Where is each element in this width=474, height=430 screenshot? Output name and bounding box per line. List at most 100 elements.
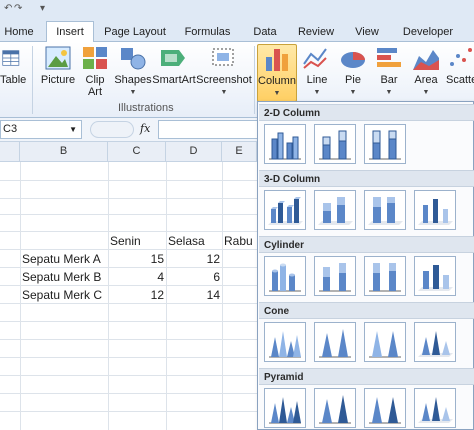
3d-clustered-column-thumbnail[interactable] (264, 190, 306, 230)
bar-chart-button[interactable]: Bar ▼ (372, 44, 406, 99)
tab-view[interactable]: View (348, 23, 386, 42)
pie-chart-button[interactable]: Pie ▼ (336, 44, 370, 99)
column-chart-icon (266, 49, 288, 71)
tab-insert[interactable]: Insert (46, 21, 94, 43)
line-chart-button[interactable]: Line ▼ (300, 44, 334, 99)
stacked-cylinder-icon (319, 263, 351, 292)
insert-function-icon[interactable]: fx (140, 122, 150, 135)
scatter-chart-icon (450, 48, 472, 66)
shapes-dropdown-icon: ▼ (129, 89, 137, 96)
screenshot-icon (212, 48, 234, 66)
clustered-cone-thumbnail[interactable] (264, 322, 306, 362)
percent-stacked-cylinder-icon (369, 263, 401, 292)
picture-button[interactable]: Picture (38, 44, 78, 86)
percent-stacked-cylinder-thumbnail[interactable] (364, 256, 406, 296)
table-label: Table (0, 74, 27, 86)
table-icon (2, 50, 20, 66)
bar-chart-icon (377, 48, 401, 67)
area-chart-button[interactable]: Area ▼ (408, 44, 444, 99)
pie-chart-icon (341, 52, 365, 68)
clustered-column-icon (269, 132, 301, 160)
undo-icon[interactable]: ↶ (4, 2, 12, 16)
customize-qat-icon[interactable]: ▾ (40, 2, 45, 16)
clip-art-button[interactable]: Clip Art (80, 44, 110, 98)
cell-row-label[interactable]: Sepatu Merk B (22, 268, 101, 286)
column-header-d[interactable]: D (166, 142, 222, 162)
select-all-corner[interactable] (0, 142, 20, 162)
column-header-b[interactable]: B (20, 142, 108, 162)
chevron-down-icon[interactable]: ▼ (69, 121, 77, 138)
table-button[interactable]: Table (0, 44, 26, 86)
column-header-e[interactable]: E (222, 142, 257, 162)
3d-stacked-column-thumbnail[interactable] (314, 190, 356, 230)
screenshot-button[interactable]: Screenshot ▼ (196, 44, 252, 99)
shapes-icon (121, 48, 146, 70)
cell-d-header[interactable]: Selasa (168, 232, 205, 250)
tab-developer[interactable]: Developer (398, 23, 458, 42)
3d-cone-thumbnail[interactable] (414, 322, 456, 362)
3d-clustered-column-icon (268, 197, 303, 225)
stacked-cone-thumbnail[interactable] (314, 322, 356, 362)
3d-cylinder-thumbnail[interactable] (414, 256, 456, 296)
scatter-label: Scatte (446, 74, 474, 86)
column-header-c[interactable]: C (108, 142, 166, 162)
name-box-value: C3 (3, 123, 18, 135)
cell-value[interactable]: 12 (166, 250, 220, 268)
stacked-cone-icon (319, 329, 351, 358)
cell-value[interactable]: 4 (108, 268, 164, 286)
cell-row-label[interactable]: Sepatu Merk C (22, 286, 102, 304)
cell-e-header[interactable]: Rabu (224, 232, 253, 250)
stacked-column-thumbnail[interactable] (314, 124, 356, 164)
gallery-section-pyramid: Pyramid (259, 368, 474, 385)
cell-value[interactable]: 15 (108, 250, 164, 268)
smartart-label: SmartArt (152, 74, 196, 86)
column-label: Column (258, 75, 296, 87)
line-chart-icon (303, 48, 327, 69)
stacked-pyramid-thumbnail[interactable] (314, 388, 356, 428)
3d-pyramid-thumbnail[interactable] (414, 388, 456, 428)
tab-page-layout[interactable]: Page Layout (100, 23, 170, 42)
name-box[interactable]: C3 ▼ (0, 120, 82, 139)
cell-value[interactable]: 12 (108, 286, 164, 304)
formula-bar-resize-handle[interactable] (90, 121, 134, 138)
column-chart-button[interactable]: Column ▼ (257, 44, 297, 102)
cell-row-label[interactable]: Sepatu Merk A (22, 250, 101, 268)
column-chart-gallery: 2-D Column 3-D Column Cylinder Cone Pyra… (257, 101, 474, 430)
tab-review[interactable]: Review (294, 23, 338, 42)
clip-art-label-1: Clip (85, 74, 105, 86)
tab-formulas[interactable]: Formulas (180, 23, 235, 42)
tab-data[interactable]: Data (246, 23, 284, 42)
shapes-button[interactable]: Shapes ▼ (114, 44, 152, 99)
tab-home[interactable]: Home (0, 23, 38, 42)
ribbon-separator (254, 46, 255, 114)
smartart-button[interactable]: SmartArt (152, 44, 196, 86)
percent-stacked-pyramid-thumbnail[interactable] (364, 388, 406, 428)
clustered-cylinder-icon (269, 263, 301, 292)
cell-value[interactable]: 14 (166, 286, 220, 304)
clip-art-icon (83, 47, 107, 69)
percent-stacked-cone-thumbnail[interactable] (364, 322, 406, 362)
3d-percent-stacked-column-icon (368, 197, 403, 225)
clustered-column-thumbnail[interactable] (264, 124, 306, 164)
column-dropdown-icon: ▼ (273, 90, 281, 97)
gallery-section-cone: Cone (259, 302, 474, 319)
formula-input[interactable] (158, 120, 258, 139)
scatter-chart-button[interactable]: Scatte (446, 44, 474, 86)
clustered-cylinder-thumbnail[interactable] (264, 256, 306, 296)
3d-percent-stacked-column-thumbnail[interactable] (364, 190, 406, 230)
stacked-column-icon (319, 130, 351, 160)
clustered-pyramid-thumbnail[interactable] (264, 388, 306, 428)
clip-art-label-2: Art (87, 86, 103, 98)
bar-label: Bar (380, 74, 398, 86)
percent-stacked-column-icon (369, 130, 401, 160)
cell-value[interactable]: 6 (166, 268, 220, 286)
area-label: Area (414, 74, 438, 86)
3d-column-icon (418, 199, 453, 225)
100-percent-stacked-column-thumbnail[interactable] (364, 124, 406, 164)
cell-c-header[interactable]: Senin (110, 232, 141, 250)
3d-cone-icon (418, 331, 453, 357)
redo-icon[interactable]: ↷ (14, 2, 22, 16)
3d-column-thumbnail[interactable] (414, 190, 456, 230)
pie-label: Pie (345, 74, 361, 86)
stacked-cylinder-thumbnail[interactable] (314, 256, 356, 296)
